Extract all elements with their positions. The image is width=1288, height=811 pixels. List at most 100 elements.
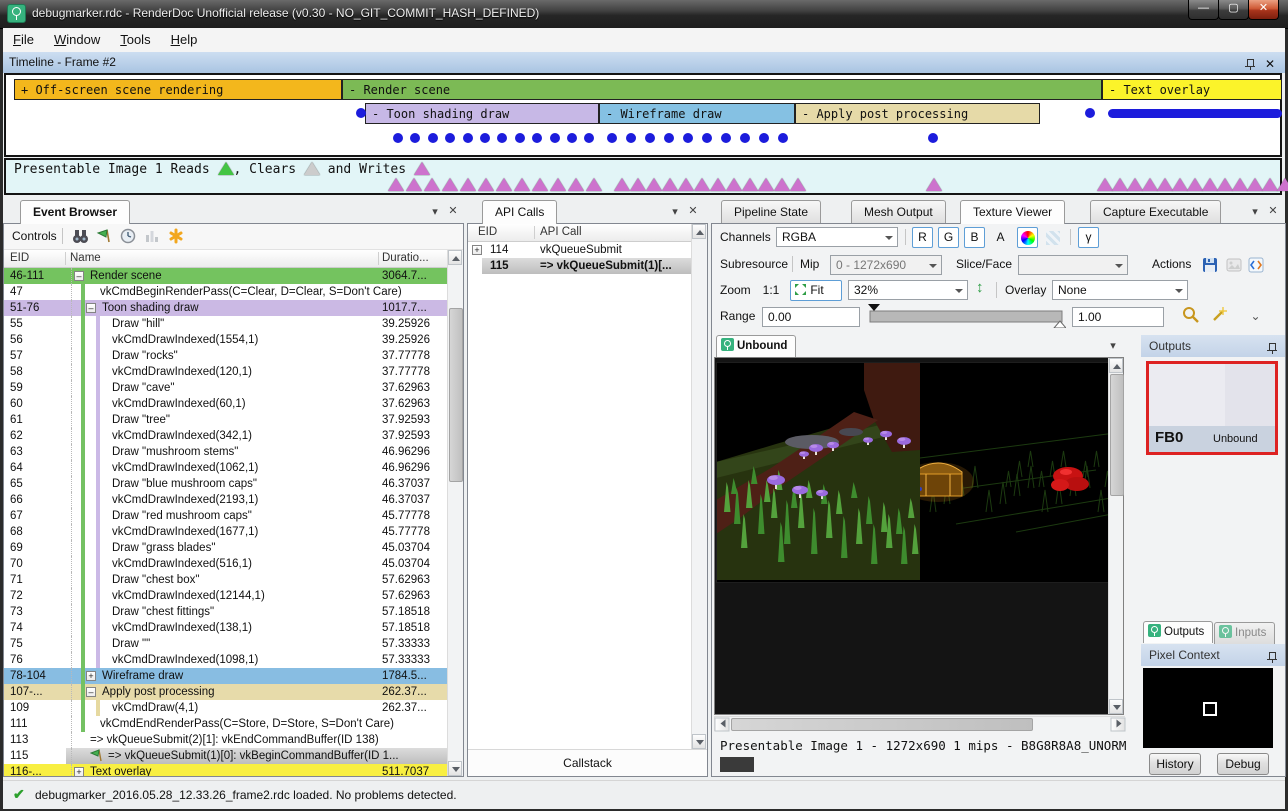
channel-r-button[interactable]: R <box>912 227 933 248</box>
history-button[interactable]: History <box>1149 753 1201 775</box>
api-calls-scrollbar[interactable] <box>691 224 707 749</box>
tab-inputs[interactable]: Inputs <box>1214 622 1275 644</box>
range-min-input[interactable]: 0.00 <box>762 307 860 327</box>
timeline-draw-dot[interactable] <box>778 133 788 143</box>
tab-event-browser[interactable]: Event Browser <box>20 200 130 224</box>
timeline-draw-dot[interactable] <box>626 133 636 143</box>
timeline-draw-dot[interactable] <box>445 133 455 143</box>
mip-select[interactable]: 0 - 1272x690 <box>830 255 942 275</box>
event-row[interactable]: 69Draw "grass blades"45.03704 <box>4 540 448 556</box>
menu-window[interactable]: Window <box>44 28 110 51</box>
api-calls-menu-icon[interactable]: ▾ <box>668 205 682 218</box>
timeline-close-icon[interactable]: ✕ <box>1265 54 1275 75</box>
channel-g-button[interactable]: G <box>938 227 959 248</box>
event-row[interactable]: 75Draw ""57.33333 <box>4 636 448 652</box>
event-row[interactable]: 67Draw "red mushroom caps"45.77778 <box>4 508 448 524</box>
close-button[interactable]: ✕ <box>1248 0 1279 20</box>
tab-pipeline-state[interactable]: Pipeline State <box>721 200 821 223</box>
texture-image[interactable] <box>716 362 1123 583</box>
timeline-draw-dot[interactable] <box>428 133 438 143</box>
event-row[interactable]: 109vkCmdDraw(4,1)262.37... <box>4 700 448 716</box>
timeline-draw-dot[interactable] <box>1085 108 1095 118</box>
pixel-context-pin-icon[interactable] <box>1267 648 1277 670</box>
api-calls-header[interactable]: EID API Call <box>468 224 707 242</box>
event-browser-menu-icon[interactable]: ▾ <box>428 205 442 218</box>
event-browser-scrollbar[interactable] <box>447 250 463 776</box>
channels-select[interactable]: RGBA <box>776 227 898 247</box>
expand-icon[interactable]: + <box>472 245 482 255</box>
outputs-pin-icon[interactable] <box>1267 339 1277 361</box>
range-max-input[interactable]: 1.00 <box>1072 307 1164 327</box>
menu-tools[interactable]: Tools <box>110 28 160 51</box>
fb0-thumbnail[interactable]: FB0 Unbound <box>1146 361 1278 455</box>
event-row[interactable]: 46-111–Render scene3064.7... <box>4 268 448 284</box>
timeline-draw-dot[interactable] <box>664 133 674 143</box>
event-browser-header[interactable]: EID Name Duratio... <box>4 250 463 268</box>
timeline-draw-dot[interactable] <box>532 133 542 143</box>
event-row[interactable]: 65Draw "blue mushroom caps"46.37037 <box>4 476 448 492</box>
slice-face-select[interactable] <box>1018 255 1128 275</box>
event-row[interactable]: 58vkCmdDrawIndexed(120,1)37.77778 <box>4 364 448 380</box>
expand-icon[interactable]: + <box>86 671 96 681</box>
timeline-draw-dot[interactable] <box>721 133 731 143</box>
menu-help[interactable]: Help <box>161 28 208 51</box>
timeline-draw-dot[interactable] <box>607 133 617 143</box>
texture-viewer-close-icon[interactable]: ✕ <box>1266 204 1280 217</box>
timeline-body[interactable]: + Off-screen scene rendering- Render sce… <box>4 73 1282 157</box>
timeline-draw-dot[interactable] <box>740 133 750 143</box>
bookmark-flag-icon[interactable] <box>96 228 112 247</box>
channel-a-button[interactable]: A <box>990 227 1011 248</box>
timeline-draw-strip[interactable] <box>1108 109 1282 118</box>
event-row[interactable]: 63Draw "mushroom stems"46.96296 <box>4 444 448 460</box>
menu-file[interactable]: File <box>3 28 44 51</box>
collapse-icon[interactable]: – <box>86 303 96 313</box>
timeline-draw-dot[interactable] <box>584 133 594 143</box>
flip-y-icon[interactable]: ↕ <box>976 279 984 296</box>
texture-display-area[interactable] <box>714 357 1124 715</box>
texture-tab-dropdown-icon[interactable]: ▾ <box>1106 339 1120 352</box>
zoom-1-1-button[interactable]: 1:1 <box>758 280 784 301</box>
range-slider[interactable] <box>868 304 1066 331</box>
expand-icon[interactable]: + <box>74 767 84 776</box>
timeline-draw-dot[interactable] <box>567 133 577 143</box>
pixel-context-view[interactable] <box>1143 668 1273 748</box>
maximize-button[interactable]: ▢ <box>1218 0 1249 20</box>
zoom-range-icon[interactable] <box>1182 306 1200 327</box>
timeline-draw-dot[interactable] <box>410 133 420 143</box>
timeline-draw-dot[interactable] <box>683 133 693 143</box>
texture-viewer-menu-icon[interactable]: ▾ <box>1248 205 1262 218</box>
timeline-draw-dot[interactable] <box>393 133 403 143</box>
gamma-button[interactable]: γ <box>1078 227 1099 248</box>
tab-outputs[interactable]: Outputs <box>1143 621 1213 643</box>
timeline-marker-bar[interactable]: - Wireframe draw <box>599 103 795 124</box>
timeline-marker-bar[interactable]: + Off-screen scene rendering <box>14 79 342 100</box>
event-row[interactable]: 111vkCmdEndRenderPass(C=Store, D=Store, … <box>4 716 448 732</box>
callstack-section[interactable]: Callstack <box>468 749 707 776</box>
event-row[interactable]: 64vkCmdDrawIndexed(1062,1)46.96296 <box>4 460 448 476</box>
event-row[interactable]: 61Draw "tree"37.92593 <box>4 412 448 428</box>
tab-texture-viewer[interactable]: Texture Viewer <box>960 200 1065 224</box>
autofit-wand-icon[interactable] <box>1210 306 1228 327</box>
collapse-icon[interactable]: – <box>74 271 84 281</box>
timeline-draw-dot[interactable] <box>702 133 712 143</box>
event-row[interactable]: 47vkCmdBeginRenderPass(C=Clear, D=Clear,… <box>4 284 448 300</box>
tab-api-calls[interactable]: API Calls <box>482 200 557 224</box>
event-row[interactable]: 116-...+Text overlay511.7037 <box>4 764 448 776</box>
event-row[interactable]: 113=> vkQueueSubmit(2)[1]: vkEndCommandB… <box>4 732 448 748</box>
open-resource-icon[interactable] <box>1248 257 1264 276</box>
event-row[interactable]: 71Draw "chest box"57.62963 <box>4 572 448 588</box>
event-row[interactable]: 107-...–Apply post processing262.37... <box>4 684 448 700</box>
event-row[interactable]: 51-76–Toon shading draw1017.7... <box>4 300 448 316</box>
event-row[interactable]: 74vkCmdDrawIndexed(138,1)57.18518 <box>4 620 448 636</box>
event-browser-close-icon[interactable]: ✕ <box>446 204 460 217</box>
event-row[interactable]: 73Draw "chest fittings"57.18518 <box>4 604 448 620</box>
timeline-marker-bar[interactable]: - Apply post processing <box>795 103 1040 124</box>
event-row[interactable]: 68vkCmdDrawIndexed(1677,1)45.77778 <box>4 524 448 540</box>
event-row[interactable]: 66vkCmdDrawIndexed(2193,1)46.37037 <box>4 492 448 508</box>
timeline-marker-bar[interactable]: - Toon shading draw <box>365 103 599 124</box>
event-row[interactable]: 60vkCmdDrawIndexed(60,1)37.62963 <box>4 396 448 412</box>
zoom-fit-button[interactable]: Fit <box>790 280 842 301</box>
timeline-draw-dot[interactable] <box>550 133 560 143</box>
timeline-panel-header[interactable]: Timeline - Frame #2 ✕ <box>3 52 1285 73</box>
api-call-row[interactable]: 115=> vkQueueSubmit(1)[... <box>468 258 692 274</box>
